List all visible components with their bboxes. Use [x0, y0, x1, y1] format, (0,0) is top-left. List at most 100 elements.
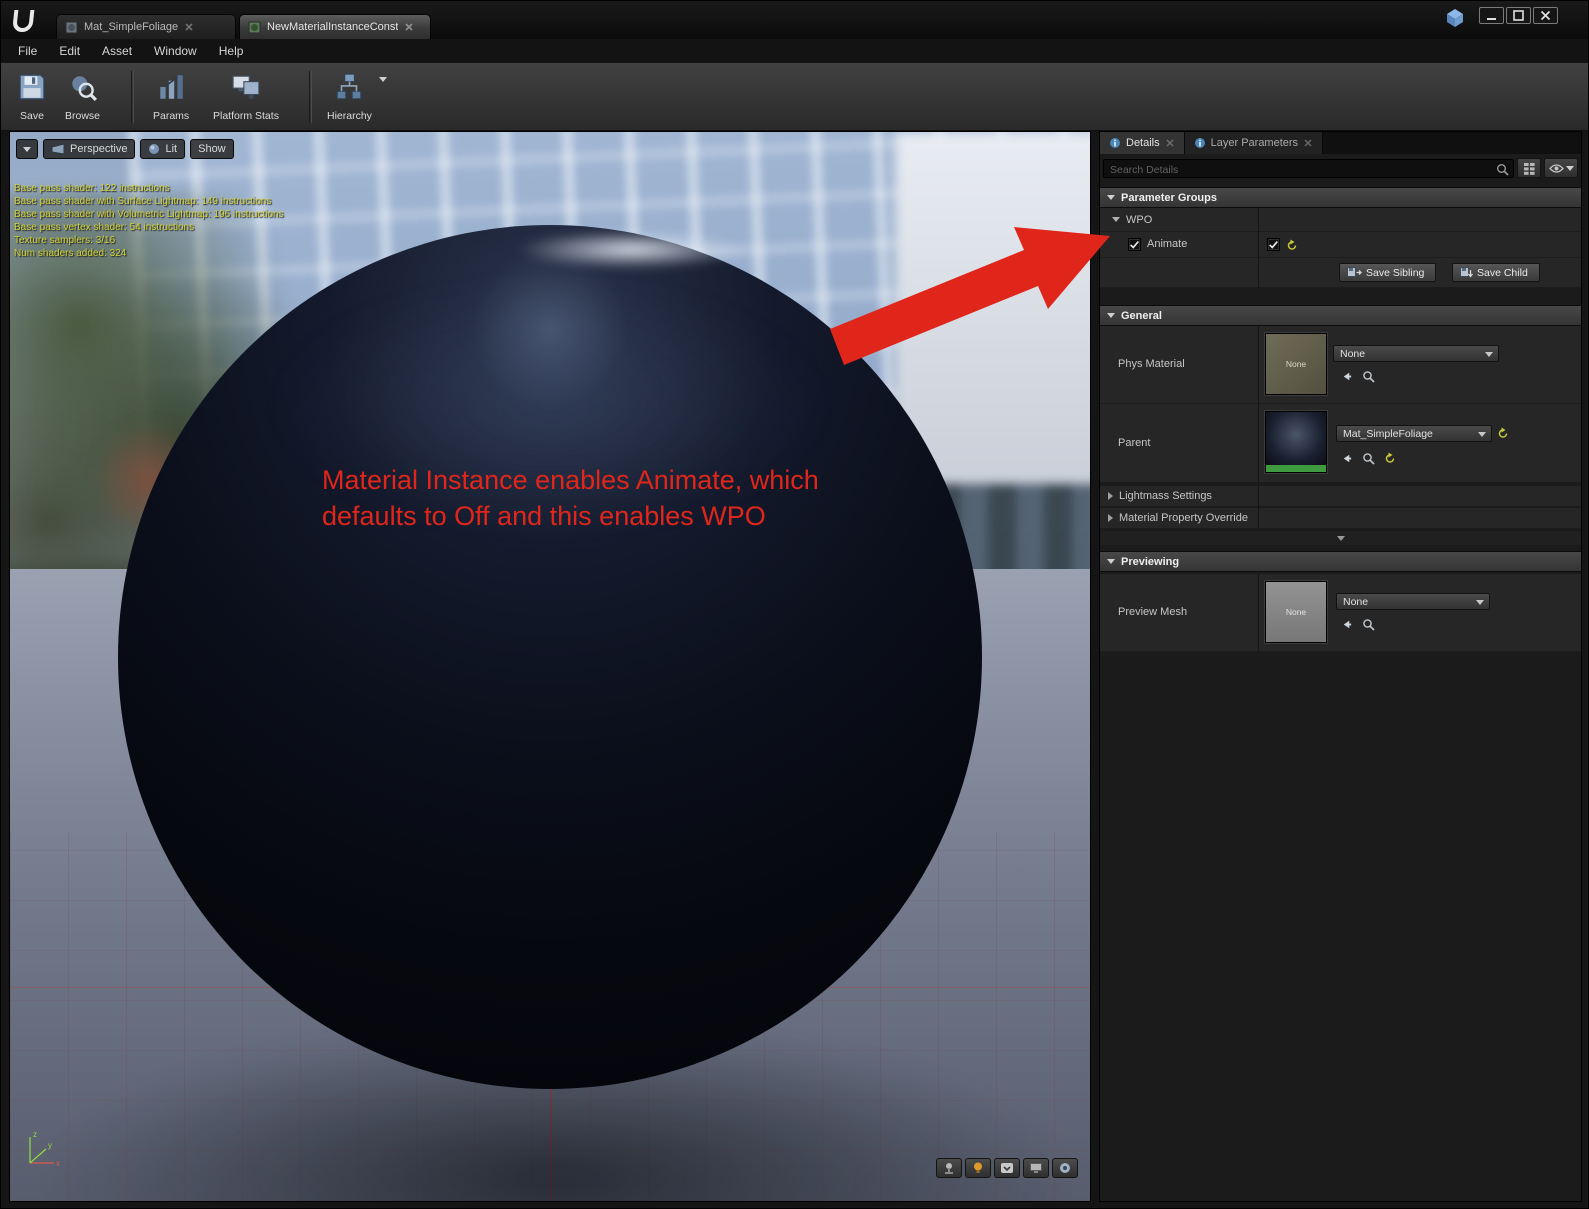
dial-icon: [1058, 1161, 1072, 1175]
params-button[interactable]: Params: [149, 69, 193, 125]
monitor-button[interactable]: [1023, 1158, 1049, 1178]
view-options-button[interactable]: [1544, 158, 1578, 178]
animate-value-checkbox[interactable]: [1267, 238, 1280, 251]
perspective-button[interactable]: Perspective: [43, 139, 135, 159]
lamp-icon: [971, 1161, 985, 1175]
tab-label: NewMaterialInstanceConst: [267, 21, 398, 33]
use-selected-arrow-icon[interactable]: [1340, 618, 1353, 631]
thumbnail-label: None: [1286, 359, 1306, 369]
lightmass-settings-label: Lightmass Settings: [1119, 490, 1212, 502]
annotation-line: defaults to Off and this enables WPO: [322, 498, 819, 534]
material-property-override-row[interactable]: Material Property Override: [1100, 508, 1581, 529]
platform-stats-button[interactable]: Platform Stats: [209, 69, 283, 125]
hierarchy-button[interactable]: Hierarchy: [323, 69, 376, 125]
menu-help[interactable]: Help: [208, 39, 255, 63]
phys-material-thumbnail[interactable]: None: [1265, 333, 1327, 395]
minimize-button[interactable]: [1479, 7, 1504, 24]
browse-to-asset-icon[interactable]: [1362, 452, 1375, 465]
save-buttons-row: Save Sibling Save Child: [1100, 258, 1581, 288]
menu-asset[interactable]: Asset: [91, 39, 143, 63]
menu-edit[interactable]: Edit: [48, 39, 91, 63]
lit-button[interactable]: Lit: [140, 139, 185, 159]
column-divider[interactable]: [1258, 208, 1259, 288]
parameter-groups-header[interactable]: Parameter Groups: [1100, 187, 1581, 208]
property-matrix-button[interactable]: [1517, 158, 1541, 178]
reset-to-default-icon[interactable]: [1384, 452, 1396, 464]
parent-material-thumbnail[interactable]: [1265, 411, 1327, 473]
browse-to-asset-icon[interactable]: [1362, 370, 1375, 383]
material-preview-viewport[interactable]: Perspective Lit Show Base pass shader: 1…: [9, 131, 1091, 1202]
marketplace-icon[interactable]: [1444, 7, 1466, 29]
eye-icon: [1549, 163, 1564, 174]
browse-to-asset-icon[interactable]: [1362, 618, 1375, 631]
column-divider[interactable]: [1258, 326, 1259, 530]
close-icon[interactable]: [184, 22, 194, 32]
lit-mode-icon: [148, 143, 160, 155]
general-header[interactable]: General: [1100, 305, 1581, 326]
search-details-input[interactable]: [1104, 161, 1513, 178]
parent-combobox[interactable]: Mat_SimpleFoliage: [1336, 425, 1492, 442]
collapse-arrow-icon: [1107, 559, 1115, 564]
close-window-button[interactable]: [1533, 7, 1558, 24]
menu-file[interactable]: File: [7, 39, 48, 63]
titlebar: Mat_SimpleFoliage NewMaterialInstanceCon…: [1, 1, 1588, 39]
stat-line: Num shaders added: 324: [14, 247, 284, 260]
close-icon[interactable]: [1165, 138, 1175, 148]
reset-to-default-icon[interactable]: [1286, 239, 1298, 251]
joystick-button[interactable]: [936, 1158, 962, 1178]
preview-mesh-combobox[interactable]: None: [1336, 593, 1490, 610]
close-icon[interactable]: [404, 22, 414, 32]
phys-material-combobox[interactable]: None: [1333, 345, 1499, 362]
sphere-highlight: [515, 230, 748, 269]
save-label: Save: [20, 110, 44, 122]
animate-label: Animate: [1147, 238, 1187, 250]
advanced-expander[interactable]: [1100, 531, 1581, 545]
animate-parameter-row[interactable]: Animate: [1100, 232, 1581, 258]
hierarchy-dropdown-caret-icon[interactable]: [379, 77, 387, 82]
asset-tab-mat-simplefoliage[interactable]: Mat_SimpleFoliage: [56, 14, 236, 39]
asset-tab-new-material-instance[interactable]: NewMaterialInstanceConst: [239, 14, 431, 39]
combo-value: None: [1343, 596, 1368, 608]
close-icon[interactable]: [1303, 138, 1313, 148]
tab-details[interactable]: Details: [1100, 132, 1185, 154]
chevron-down-icon: [1337, 536, 1345, 541]
preview-mesh-thumbnail[interactable]: None: [1265, 581, 1327, 643]
browse-button[interactable]: Browse: [61, 69, 104, 125]
animate-override-checkbox[interactable]: [1128, 238, 1141, 251]
use-selected-arrow-icon[interactable]: [1340, 452, 1353, 465]
use-selected-arrow-icon[interactable]: [1340, 370, 1353, 383]
maximize-button[interactable]: [1506, 7, 1531, 24]
lightmass-settings-row[interactable]: Lightmass Settings: [1100, 486, 1581, 507]
save-child-icon: [1460, 267, 1473, 279]
gizmo-z-label: z: [33, 1130, 37, 1139]
viewport-options-button[interactable]: [16, 139, 38, 159]
preview-sphere: [118, 225, 982, 1089]
toolbar: Save Browse Params Platform Stats Hierar…: [1, 63, 1588, 131]
previewing-header[interactable]: Previewing: [1100, 551, 1581, 572]
shader-stats: Base pass shader: 122 instructions Base …: [14, 182, 284, 260]
annotation-text: Material Instance enables Animate, which…: [322, 462, 819, 534]
lamp-button[interactable]: [965, 1158, 991, 1178]
gizmo-y-label: y: [48, 1141, 52, 1150]
save-sibling-button[interactable]: Save Sibling: [1339, 263, 1436, 282]
dropdown-panel-button[interactable]: [994, 1158, 1020, 1178]
wpo-group-row[interactable]: WPO: [1100, 208, 1581, 232]
dial-button[interactable]: [1052, 1158, 1078, 1178]
menu-window[interactable]: Window: [143, 39, 208, 63]
tab-layer-parameters[interactable]: Layer Parameters: [1185, 132, 1323, 154]
save-child-button[interactable]: Save Child: [1452, 263, 1540, 282]
column-divider[interactable]: [1258, 574, 1259, 652]
perspective-label: Perspective: [70, 143, 127, 155]
save-button[interactable]: Save: [13, 69, 51, 125]
save-sibling-icon: [1347, 267, 1362, 278]
search-icon: [1496, 163, 1509, 176]
preview-mesh-row: Preview Mesh None None: [1100, 574, 1581, 652]
parent-row: Parent Mat_SimpleFoliage: [1100, 404, 1581, 483]
collapse-arrow-icon: [1107, 313, 1115, 318]
show-button[interactable]: Show: [190, 139, 234, 159]
material-asset-icon: [65, 21, 78, 34]
reset-to-default-icon[interactable]: [1497, 427, 1509, 439]
viewport-nav-buttons: [936, 1158, 1078, 1178]
details-tab-icon: [1109, 137, 1121, 149]
platform-stats-label: Platform Stats: [213, 110, 279, 122]
